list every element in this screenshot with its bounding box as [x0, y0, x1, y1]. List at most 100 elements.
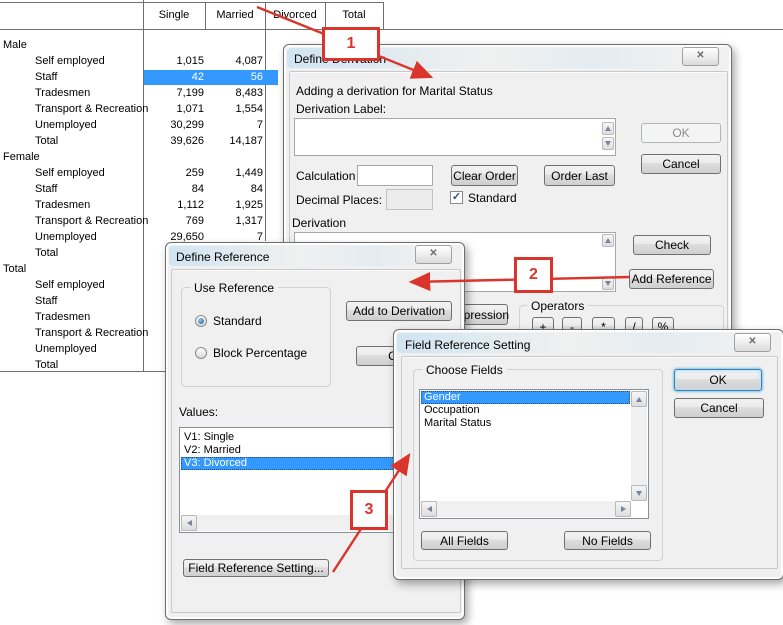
table-cell-value[interactable]: 1,112: [144, 199, 204, 212]
table-row-label: Transport & Recreation: [35, 215, 148, 228]
derivation-intro-text: Adding a derivation for Marital Status: [296, 84, 493, 98]
add-to-derivation-button[interactable]: Add to Derivation: [346, 301, 452, 321]
table-row-label: Staff: [35, 183, 57, 196]
table-row-label: Unemployed: [35, 119, 97, 132]
standard-radio[interactable]: [195, 315, 207, 327]
clear-order-button[interactable]: Clear Order: [451, 165, 518, 186]
vertical-scrollbar[interactable]: [631, 391, 647, 501]
callout-2-box: 2: [514, 257, 553, 293]
use-reference-caption: Use Reference: [190, 282, 278, 295]
field-reference-setting-button[interactable]: Field Reference Setting...: [183, 559, 329, 577]
table-row-label: Tradesmen: [35, 87, 90, 100]
close-icon[interactable]: ✕: [682, 47, 719, 66]
all-fields-button[interactable]: All Fields: [421, 531, 508, 550]
check-button[interactable]: Check: [633, 235, 711, 255]
table-cell-value[interactable]: 1,015: [144, 55, 204, 68]
scroll-down-icon[interactable]: [602, 277, 614, 290]
fields-list[interactable]: GenderOccupationMarital Status: [419, 389, 649, 519]
block-percentage-radio[interactable]: [195, 347, 207, 359]
ok-button[interactable]: OK: [674, 369, 762, 391]
standard-checkbox[interactable]: ✓: [450, 191, 463, 204]
define-reference-title[interactable]: Define Reference: [176, 250, 269, 264]
no-fields-button[interactable]: No Fields: [564, 531, 651, 550]
close-icon[interactable]: ✕: [415, 245, 452, 264]
table-cell-value[interactable]: 14,187: [203, 135, 263, 148]
table-cell-value[interactable]: 56: [203, 71, 263, 84]
table-cell-value[interactable]: 84: [144, 183, 204, 196]
table-cell-value[interactable]: 1,554: [203, 103, 263, 116]
horizontal-scrollbar[interactable]: [421, 501, 631, 517]
scroll-left-icon[interactable]: [181, 515, 197, 531]
table-cell-value[interactable]: 30,299: [144, 119, 204, 132]
scroll-down-icon[interactable]: [631, 485, 647, 501]
table-row-label: Transport & Recreation: [35, 327, 148, 340]
scroll-right-icon[interactable]: [615, 501, 631, 517]
table-row-label: Staff: [35, 71, 57, 84]
table-row-label: Self employed: [35, 279, 105, 292]
table-group-label: Total: [3, 263, 26, 276]
scroll-up-icon[interactable]: [631, 391, 647, 407]
table-cell-value[interactable]: 7,199: [144, 87, 204, 100]
table-row-label: Transport & Recreation: [35, 103, 148, 116]
table-cell-value[interactable]: 259: [144, 167, 204, 180]
table-row-label: Unemployed: [35, 231, 97, 244]
derivation-caption: Derivation: [292, 216, 346, 230]
list-item[interactable]: Gender: [421, 391, 630, 404]
table-row-label: Total: [35, 135, 58, 148]
cancel-button[interactable]: Cancel: [674, 398, 764, 418]
table-group-label: Female: [3, 151, 40, 164]
scroll-down-icon[interactable]: [602, 137, 614, 150]
table-cell-value[interactable]: 1,317: [203, 215, 263, 228]
derivation-label-input[interactable]: [294, 118, 616, 156]
table-cell-value[interactable]: 1,071: [144, 103, 204, 116]
table-cell-value[interactable]: 7: [203, 119, 263, 132]
list-item[interactable]: Occupation: [421, 404, 630, 417]
add-reference-button[interactable]: Add Reference: [629, 269, 714, 289]
table-row-label: Tradesmen: [35, 311, 90, 324]
table-row-label: Total: [35, 247, 58, 260]
close-icon[interactable]: ✕: [734, 333, 771, 352]
table-group-label: Male: [3, 39, 27, 52]
table-row-label: Staff: [35, 295, 57, 308]
table-row-label: Unemployed: [35, 343, 97, 356]
table-row-label: Self employed: [35, 167, 105, 180]
scroll-up-icon[interactable]: [602, 234, 614, 247]
scroll-left-icon[interactable]: [421, 501, 437, 517]
standard-checkbox-label: Standard: [468, 191, 517, 205]
table-cell-value[interactable]: 1,449: [203, 167, 263, 180]
ok-button[interactable]: OK: [641, 123, 721, 143]
table-cell-value[interactable]: 769: [144, 215, 204, 228]
block-percentage-radio-label: Block Percentage: [213, 346, 307, 360]
table-cell-value[interactable]: 42: [144, 71, 204, 84]
operators-caption: Operators: [527, 300, 588, 313]
scroll-up-icon[interactable]: [602, 122, 614, 135]
column-header: Total: [325, 9, 383, 22]
table-row-label: Tradesmen: [35, 199, 90, 212]
decimal-places-input[interactable]: [386, 189, 433, 210]
table-cell-value[interactable]: 39,626: [144, 135, 204, 148]
list-item[interactable]: Marital Status: [421, 417, 630, 430]
standard-radio-label: Standard: [213, 314, 262, 328]
column-header: Divorced: [265, 9, 325, 22]
use-reference-group: Use Reference Standard Block Percentage: [181, 287, 331, 387]
table-cell-value[interactable]: 4,087: [203, 55, 263, 68]
table-cell-value[interactable]: 1,925: [203, 199, 263, 212]
calculation-order-input[interactable]: [357, 165, 433, 186]
table-line: [0, 29, 783, 30]
fields-list-items: GenderOccupationMarital Status: [421, 391, 630, 430]
table-cell-value[interactable]: 8,483: [203, 87, 263, 100]
field-reference-setting-dialog: Field Reference Setting ✕ Choose Fields …: [393, 329, 783, 580]
table-line: [265, 2, 266, 241]
callout-1-box: 1: [322, 27, 380, 61]
cancel-button[interactable]: Cancel: [641, 154, 721, 174]
choose-fields-caption: Choose Fields: [422, 364, 507, 377]
screen: SingleMarriedDivorcedTotalMaleSelf emplo…: [0, 0, 783, 625]
table-line: [0, 2, 384, 3]
field-reference-setting-title[interactable]: Field Reference Setting: [405, 338, 530, 352]
derivation-label-caption: Derivation Label:: [296, 102, 386, 116]
column-header: Single: [143, 9, 205, 22]
values-caption: Values:: [179, 405, 218, 419]
column-header: Married: [205, 9, 265, 22]
table-cell-value[interactable]: 84: [203, 183, 263, 196]
order-last-button[interactable]: Order Last: [544, 165, 615, 186]
